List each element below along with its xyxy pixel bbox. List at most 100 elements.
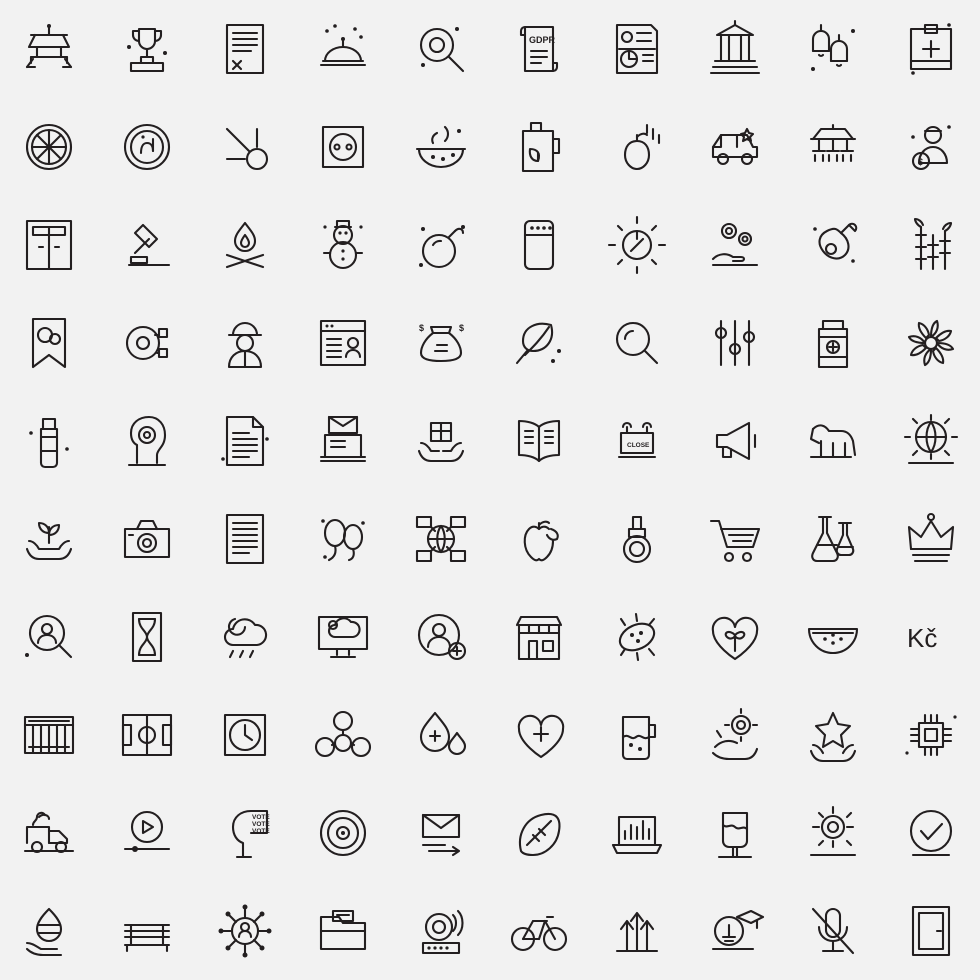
icon-cell-vinyl-record[interactable] [294, 784, 392, 882]
icon-cell-door[interactable] [882, 882, 980, 980]
icon-cell-soccer-field[interactable] [98, 686, 196, 784]
icon-cell-user-network[interactable] [196, 882, 294, 980]
icon-cell-article-document[interactable] [196, 490, 294, 588]
icon-cell-gear-in-hands[interactable] [686, 686, 784, 784]
icon-cell-head-target[interactable] [98, 392, 196, 490]
icon-cell-sun[interactable] [588, 196, 686, 294]
icon-cell-vote-head[interactable]: VOTE VOTE VOTE [196, 784, 294, 882]
icon-cell-close-sign[interactable]: CLOSE [588, 392, 686, 490]
icon-cell-easter-egg-in-hand[interactable] [0, 882, 98, 980]
icon-cell-abacus[interactable] [0, 686, 98, 784]
icon-cell-magnifying-glass[interactable] [588, 294, 686, 392]
icon-cell-document-error[interactable] [196, 0, 294, 98]
icon-cell-arabic-calligraphy[interactable] [98, 98, 196, 196]
icon-cell-hourglass[interactable] [98, 588, 196, 686]
icon-cell-weather-monitor[interactable] [294, 588, 392, 686]
icon-cell-swing-bench[interactable] [0, 0, 98, 98]
icon-cell-flower-blossom[interactable] [882, 294, 980, 392]
icon-cell-biohazard[interactable] [294, 686, 392, 784]
icon-cell-carousel-ride[interactable] [784, 98, 882, 196]
icon-cell-eco-fuel-canister[interactable] [490, 98, 588, 196]
icon-cell-frying-pan[interactable] [392, 0, 490, 98]
icon-cell-park-bench[interactable] [98, 882, 196, 980]
icon-cell-government-building[interactable] [686, 0, 784, 98]
icon-cell-package-in-hands[interactable] [392, 392, 490, 490]
icon-cell-bitten-apple[interactable] [490, 490, 588, 588]
icon-cell-plant-in-hands[interactable] [0, 490, 98, 588]
icon-cell-comet-meteor[interactable] [196, 98, 294, 196]
icon-cell-worker-helmet[interactable] [196, 294, 294, 392]
icon-cell-water-bottle[interactable] [0, 392, 98, 490]
icon-cell-cereal-bowl[interactable] [392, 98, 490, 196]
icon-cell-shopping-cart[interactable] [686, 490, 784, 588]
icon-cell-power-socket[interactable] [294, 98, 392, 196]
icon-cell-christmas-bells[interactable] [784, 0, 882, 98]
icon-cell-open-book[interactable] [490, 392, 588, 490]
icon-cell-gears-in-hand[interactable] [686, 196, 784, 294]
icon-cell-laboratory-flasks[interactable] [784, 490, 882, 588]
icon-cell-falling-apple[interactable] [588, 98, 686, 196]
icon-cell-processor-chip[interactable] [882, 686, 980, 784]
icon-cell-bomb[interactable] [392, 196, 490, 294]
icon-cell-czech-koruna[interactable]: Kč [882, 588, 980, 686]
icon-cell-graduate-idea[interactable] [686, 882, 784, 980]
icon-cell-star-in-hands[interactable] [784, 686, 882, 784]
icon-cell-ice-cream-bar[interactable] [686, 784, 784, 882]
icon-cell-gdpr-scroll[interactable]: GDPR [490, 0, 588, 98]
icon-cell-send-email[interactable] [392, 784, 490, 882]
icon-cell-email-computer[interactable] [294, 392, 392, 490]
icon-cell-pollution-truck[interactable] [0, 784, 98, 882]
icon-cell-user-report[interactable] [588, 0, 686, 98]
icon-cell-crown[interactable] [882, 490, 980, 588]
icon-cell-growth-arrows[interactable] [588, 882, 686, 980]
icon-cell-text-document[interactable] [196, 392, 294, 490]
icon-cell-food-cloche[interactable] [294, 0, 392, 98]
icon-cell-refrigerator[interactable] [490, 196, 588, 294]
icon-cell-heart-gift[interactable] [686, 588, 784, 686]
icon-cell-orbit-atom[interactable] [98, 294, 196, 392]
icon-cell-night-rain-cloud[interactable] [196, 588, 294, 686]
icon-cell-global-gear[interactable] [882, 392, 980, 490]
icon-cell-heart-health[interactable] [490, 686, 588, 784]
icon-cell-megaphone[interactable] [686, 392, 784, 490]
icon-cell-add-user[interactable] [392, 588, 490, 686]
icon-cell-money-person[interactable]: $ [882, 98, 980, 196]
icon-cell-auction-gavel[interactable] [98, 196, 196, 294]
icon-cell-bacteria[interactable] [588, 588, 686, 686]
icon-cell-american-football[interactable] [490, 784, 588, 882]
icon-cell-security-camera[interactable] [392, 882, 490, 980]
icon-cell-photo-camera[interactable] [98, 490, 196, 588]
icon-cell-cow[interactable] [784, 392, 882, 490]
icon-cell-watermelon-slice[interactable] [784, 588, 882, 686]
icon-cell-snowman[interactable] [294, 196, 392, 294]
icon-cell-pacifier[interactable] [588, 490, 686, 588]
icon-cell-check-approved[interactable] [882, 784, 980, 882]
icon-cell-file-folder[interactable] [294, 882, 392, 980]
icon-cell-global-network[interactable] [392, 490, 490, 588]
icon-cell-medicine-jar[interactable] [784, 294, 882, 392]
icon-cell-leaf-magnifier[interactable] [490, 294, 588, 392]
icon-cell-money-bag[interactable]: $ $ [392, 294, 490, 392]
icon-cell-elevator[interactable] [0, 196, 98, 294]
icon-cell-equalizer-sliders[interactable] [686, 294, 784, 392]
icon-cell-bicycle[interactable] [490, 882, 588, 980]
icon-cell-wall-clock[interactable] [196, 686, 294, 784]
icon-cell-bamboo[interactable] [882, 196, 980, 294]
icon-cell-balloons[interactable] [294, 490, 392, 588]
icon-cell-profile-page[interactable] [294, 294, 392, 392]
icon-cell-storefront[interactable] [490, 588, 588, 686]
icon-cell-trophy-award[interactable] [98, 0, 196, 98]
icon-cell-gear-settings[interactable] [784, 784, 882, 882]
icon-cell-microphone-muted[interactable] [784, 882, 882, 980]
icon-cell-video-play[interactable] [98, 784, 196, 882]
icon-cell-ham-leg[interactable] [784, 196, 882, 294]
icon-cell-campfire[interactable] [196, 196, 294, 294]
icon-cell-laptop-chart[interactable] [588, 784, 686, 882]
icon-cell-user-search[interactable] [0, 588, 98, 686]
icon-cell-police-car[interactable] [686, 98, 784, 196]
icon-cell-bookmark-ribbon[interactable] [0, 294, 98, 392]
icon-cell-drink-glass[interactable] [588, 686, 686, 784]
icon-cell-medical-clipboard[interactable] [882, 0, 980, 98]
icon-cell-citrus-slice[interactable] [0, 98, 98, 196]
icon-cell-blood-donation[interactable] [392, 686, 490, 784]
